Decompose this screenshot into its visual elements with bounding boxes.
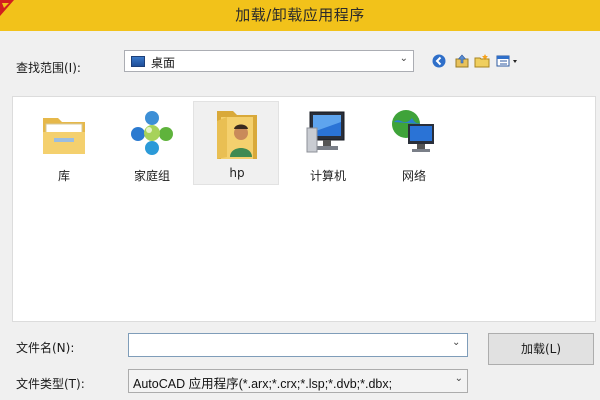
new-folder-icon[interactable] — [474, 53, 490, 69]
computer-icon — [306, 111, 345, 153]
file-list[interactable]: 库 家庭组 hp 计算机 网络 — [12, 96, 596, 322]
chevron-down-icon: ⌄ — [399, 53, 408, 64]
filetype-dropdown[interactable]: AutoCAD 应用程序(*.arx;*.crx;*.lsp;*.dvb;*.d… — [128, 369, 468, 393]
filetype-label: 文件类型(T): — [16, 377, 85, 391]
network-icon — [392, 110, 434, 152]
file-item-library[interactable]: 库 — [21, 103, 107, 187]
chevron-down-icon: ⌄ — [452, 373, 463, 384]
chevron-down-icon[interactable]: ⌄ — [452, 337, 460, 348]
filename-input[interactable] — [128, 333, 468, 357]
views-menu-icon[interactable] — [496, 53, 524, 69]
lookin-dropdown[interactable]: 桌面 ⌄ — [124, 50, 414, 72]
file-item-hp[interactable]: hp — [193, 101, 279, 185]
filetype-value: AutoCAD 应用程序(*.arx;*.crx;*.lsp;*.dvb;*.d… — [133, 377, 393, 391]
user-folder-icon — [217, 111, 257, 159]
file-item-homegroup[interactable]: 家庭组 — [109, 103, 195, 187]
lookin-label: 查找范围(I): — [16, 61, 81, 75]
back-icon[interactable] — [431, 53, 447, 69]
window-title: 加载/卸载应用程序 — [235, 6, 365, 24]
lookin-value: 桌面 — [151, 56, 176, 70]
homegroup-icon — [131, 111, 173, 155]
file-label: 网络 — [401, 169, 426, 183]
file-label: 计算机 — [309, 169, 346, 183]
filename-label: 文件名(N): — [16, 341, 75, 355]
title-bar: 加载/卸载应用程序 — [0, 0, 600, 31]
file-label: hp — [229, 166, 245, 180]
up-folder-icon[interactable] — [454, 53, 470, 69]
desktop-icon — [131, 56, 145, 67]
file-label: 家庭组 — [133, 169, 170, 183]
library-folder-icon — [43, 118, 85, 154]
file-item-network[interactable]: 网络 — [371, 103, 457, 187]
file-label: 库 — [57, 169, 70, 183]
file-item-computer[interactable]: 计算机 — [285, 103, 371, 187]
load-button[interactable]: 加载(L) — [488, 333, 594, 365]
